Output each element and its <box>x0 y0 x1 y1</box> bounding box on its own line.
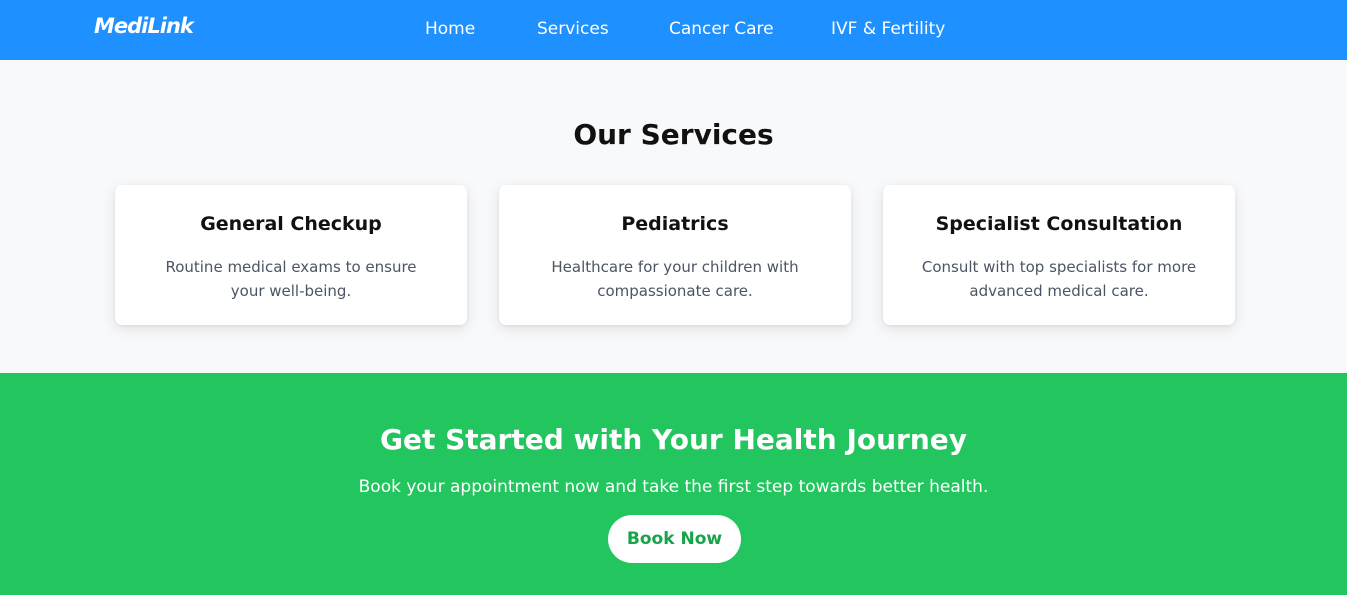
service-card-description: Routine medical exams to ensure your wel… <box>165 258 417 300</box>
nav-link-home[interactable]: Home <box>425 19 475 39</box>
services-section: Our Services General Checkup Routine med… <box>0 60 1347 373</box>
service-card-specialist-consultation: Specialist Consultation Consult with top… <box>883 185 1235 325</box>
service-card-description: Healthcare for your children with compas… <box>551 258 799 300</box>
cta-section: Get Started with Your Health Journey Boo… <box>0 373 1347 595</box>
navbar: MediLink Home Services Cancer Care IVF &… <box>0 0 1347 60</box>
service-card-general-checkup: General Checkup Routine medical exams to… <box>115 185 467 325</box>
services-title: Our Services <box>573 118 774 151</box>
service-card-title: Specialist Consultation <box>935 213 1183 235</box>
service-card-description: Consult with top specialists for more ad… <box>921 258 1197 300</box>
book-now-button[interactable]: Book Now <box>608 515 741 563</box>
logo[interactable]: MediLink <box>94 14 194 38</box>
cta-description: Book your appointment now and take the f… <box>358 477 989 497</box>
nav-link-services[interactable]: Services <box>537 19 609 39</box>
nav-link-cancer-care[interactable]: Cancer Care <box>669 19 774 39</box>
service-card-pediatrics: Pediatrics Healthcare for your children … <box>499 185 851 325</box>
service-card-title: General Checkup <box>200 213 382 235</box>
cta-title: Get Started with Your Health Journey <box>379 423 968 456</box>
nav-link-ivf-fertility[interactable]: IVF & Fertility <box>831 19 945 39</box>
service-card-title: Pediatrics <box>621 213 729 235</box>
